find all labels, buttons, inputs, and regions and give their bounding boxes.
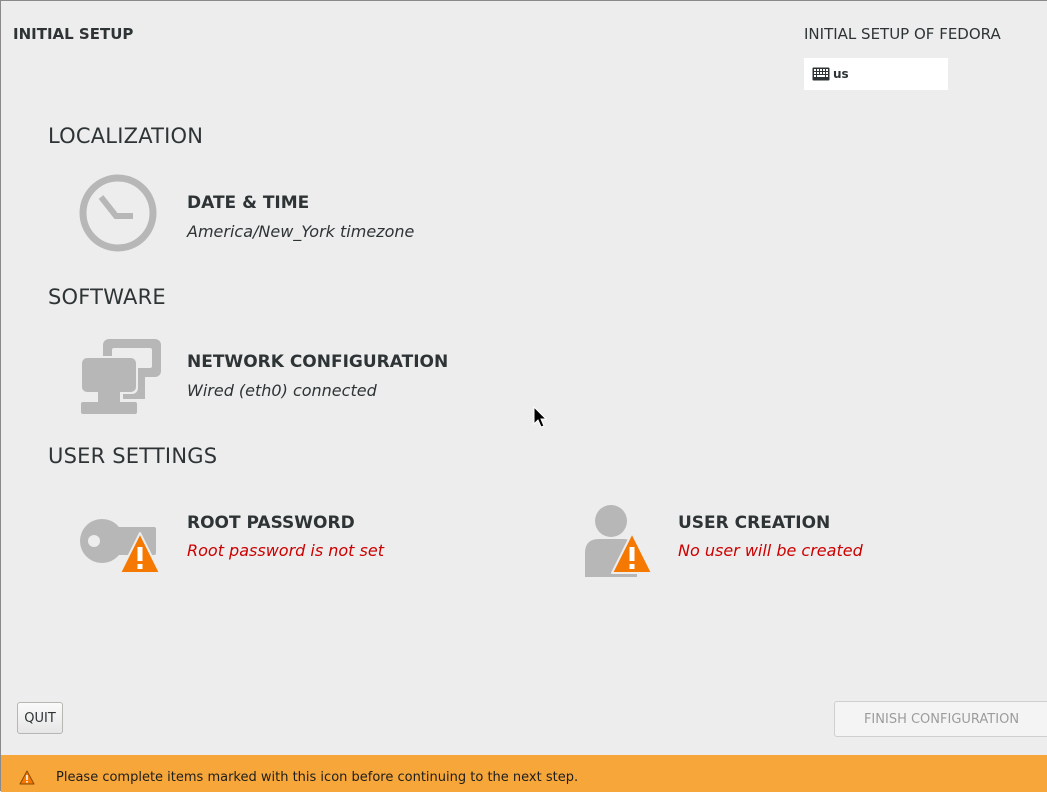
spoke-date-time[interactable]: DATE & TIME America/New_York timezone (78, 171, 478, 257)
spoke-status: Root password is not set (187, 541, 384, 560)
warning-message: Please complete items marked with this i… (56, 770, 579, 785)
product-title: INITIAL SETUP OF FEDORA (804, 25, 1001, 43)
category-user-settings: USER SETTINGS (48, 444, 218, 468)
spoke-title: NETWORK CONFIGURATION (187, 352, 449, 372)
app-title: INITIAL SETUP (13, 25, 134, 43)
warning-triangle-icon (611, 532, 653, 574)
warning-bar: Please complete items marked with this i… (1, 755, 1047, 792)
keyboard-layout-indicator[interactable]: us (804, 58, 948, 90)
spoke-title: DATE & TIME (187, 193, 310, 213)
spoke-network-configuration[interactable]: NETWORK CONFIGURATION Wired (eth0) conne… (78, 336, 498, 418)
warning-triangle-icon (119, 532, 161, 574)
spoke-status: America/New_York timezone (187, 222, 415, 241)
finish-configuration-button[interactable]: FINISH CONFIGURATION (834, 701, 1047, 737)
clock-icon (79, 174, 157, 252)
spoke-root-password[interactable]: ROOT PASSWORD Root password is not set (78, 501, 478, 581)
category-localization: LOCALIZATION (48, 124, 204, 148)
spoke-status: No user will be created (678, 541, 863, 560)
warning-icon (19, 770, 35, 785)
spoke-title: USER CREATION (678, 513, 831, 533)
spoke-user-creation[interactable]: USER CREATION No user will be created (581, 501, 981, 581)
network-icon (80, 339, 161, 414)
mouse-pointer-icon (533, 406, 548, 428)
spoke-status: Wired (eth0) connected (187, 381, 377, 400)
category-software: SOFTWARE (48, 285, 166, 309)
spoke-title: ROOT PASSWORD (187, 513, 355, 533)
setup-window: INITIAL SETUP INITIAL SETUP OF FEDORA us… (0, 0, 1047, 792)
quit-button[interactable]: QUIT (17, 702, 63, 734)
keyboard-icon (812, 67, 830, 81)
keyboard-layout-label: us (833, 67, 849, 81)
